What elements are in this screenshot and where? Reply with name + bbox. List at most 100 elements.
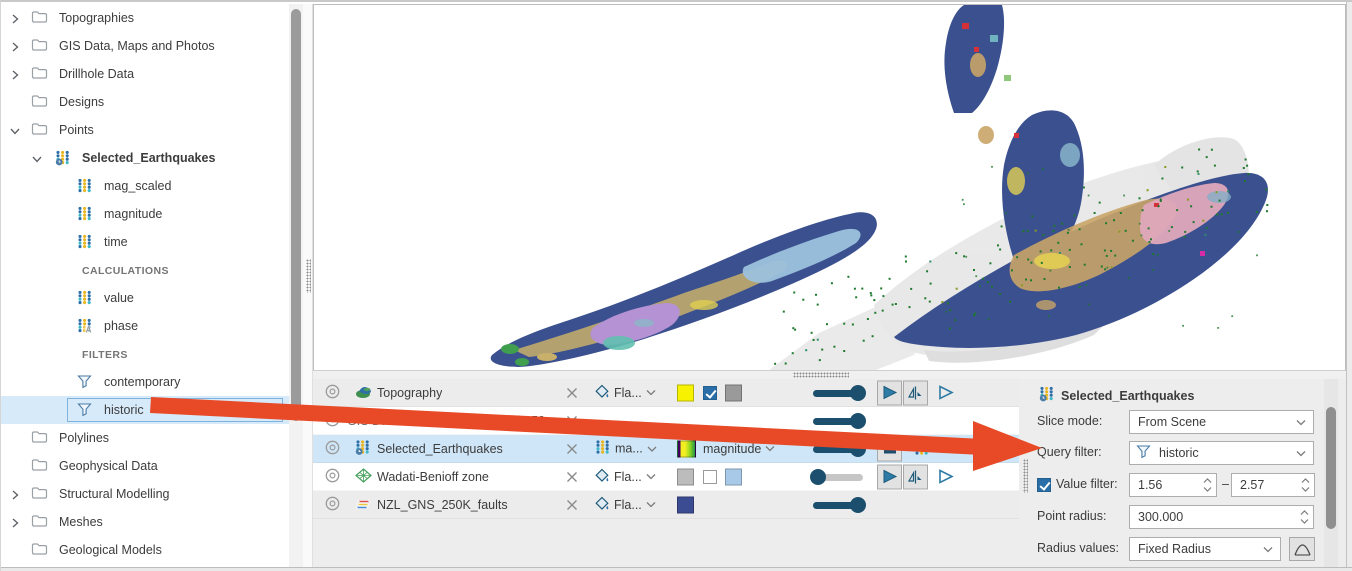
spinner-arrows-icon[interactable] bbox=[1297, 506, 1311, 528]
tree-item-mag-scaled[interactable]: mag_scaled bbox=[1, 172, 289, 200]
points-display-button[interactable] bbox=[909, 436, 934, 461]
visibility-eye-icon[interactable] bbox=[323, 439, 342, 458]
opacity-slider[interactable] bbox=[813, 413, 863, 429]
colour-swatch[interactable] bbox=[677, 496, 694, 513]
radius-values-label: Radius values: bbox=[1037, 541, 1119, 555]
play-outline-button[interactable] bbox=[933, 380, 958, 405]
faults-icon bbox=[355, 496, 372, 513]
layer-row-wadati-benioff-zone[interactable]: Wadati-Benioff zone Fla... bbox=[313, 463, 1019, 491]
tree-section-label: FILTERS bbox=[82, 349, 128, 361]
tree-item-selected-earthquakes[interactable]: Selected_Earthquakes bbox=[1, 144, 289, 172]
folder-icon bbox=[31, 430, 49, 446]
funnel-icon bbox=[77, 374, 95, 390]
tree-item-topographies[interactable]: Topographies bbox=[1, 4, 289, 32]
render-scene-button[interactable] bbox=[877, 380, 902, 405]
visibility-eye-icon[interactable] bbox=[323, 495, 342, 514]
radius-values-select[interactable]: Fixed Radius bbox=[1129, 537, 1281, 561]
project-tree-scrollbar[interactable] bbox=[289, 4, 303, 567]
shading-checkbox[interactable] bbox=[703, 386, 717, 400]
opacity-slider[interactable] bbox=[813, 385, 863, 401]
tree-item-structural-modelling[interactable]: Structural Modelling bbox=[1, 480, 289, 508]
value-filter-row: Value filter: 1.56 – 2.57 bbox=[1031, 473, 1346, 497]
tree-item-time[interactable]: time bbox=[1, 228, 289, 256]
tree-item-points[interactable]: Points bbox=[1, 116, 289, 144]
tree-item-designs[interactable]: Designs bbox=[1, 88, 289, 116]
slice-mode-value: From Scene bbox=[1130, 415, 1296, 429]
colour-swatch[interactable] bbox=[677, 384, 694, 401]
flat-colour-icon bbox=[595, 384, 610, 402]
chevron-right-icon[interactable] bbox=[9, 69, 21, 81]
visibility-eye-icon[interactable] bbox=[323, 411, 342, 430]
play-outline-button[interactable] bbox=[933, 464, 958, 489]
tree-item-polylines[interactable]: Polylines bbox=[1, 424, 289, 452]
layer-row-topography[interactable]: Topography Fla... bbox=[313, 379, 1019, 407]
visibility-eye-icon[interactable] bbox=[323, 383, 342, 402]
spinner-arrows-icon[interactable] bbox=[1200, 474, 1214, 496]
properties-scrollbar[interactable] bbox=[1324, 379, 1338, 567]
chevron-right-icon[interactable] bbox=[9, 41, 21, 53]
layerlist-inspector-splitter[interactable] bbox=[1019, 379, 1031, 567]
tree-item-phase[interactable]: Aphase bbox=[1, 312, 289, 340]
layer-row-nzl-gns-250k-faults[interactable]: NZL_GNS_250K_faults Fla... bbox=[313, 491, 1019, 519]
render-movie-button[interactable] bbox=[877, 436, 902, 461]
chevron-right-icon[interactable] bbox=[9, 517, 21, 529]
value-filter-min-input[interactable]: 1.56 bbox=[1129, 473, 1217, 497]
shading-checkbox[interactable] bbox=[703, 470, 717, 484]
chevron-down-icon[interactable] bbox=[9, 125, 21, 137]
point-radius-input[interactable]: 300.000 bbox=[1129, 505, 1314, 529]
colour-swatch[interactable] bbox=[725, 384, 742, 401]
splitter-grip[interactable] bbox=[793, 372, 849, 378]
colourmap-dropdown[interactable]: magnitude bbox=[703, 442, 775, 456]
flip-view-button[interactable] bbox=[903, 464, 928, 489]
tree-item-magnitude[interactable]: magnitude bbox=[1, 200, 289, 228]
scrollbar-thumb[interactable] bbox=[1326, 407, 1336, 529]
render-scene-button[interactable] bbox=[877, 464, 902, 489]
remove-layer-button[interactable] bbox=[565, 498, 579, 512]
funnel-icon bbox=[1136, 444, 1151, 462]
scrollbar-thumb[interactable] bbox=[291, 9, 301, 421]
shading-mode-dropdown[interactable]: Fla... bbox=[595, 384, 656, 402]
histogram-button[interactable] bbox=[1289, 537, 1315, 561]
opacity-slider[interactable] bbox=[813, 441, 863, 457]
shading-mode-dropdown[interactable]: Fla... bbox=[595, 496, 656, 514]
tree-item-geological-models[interactable]: Geological Models bbox=[1, 536, 289, 564]
tree-item-contemporary[interactable]: contemporary bbox=[1, 368, 289, 396]
opacity-slider[interactable] bbox=[813, 469, 863, 485]
flip-view-button[interactable] bbox=[903, 380, 928, 405]
colourmap-swatch[interactable] bbox=[677, 440, 696, 457]
splitter-grip[interactable] bbox=[306, 259, 311, 293]
scene-layerlist-splitter[interactable] bbox=[313, 371, 1346, 379]
shading-mode-value: Fla... bbox=[614, 498, 642, 512]
layer-row-selected-earthquakes[interactable]: Selected_Earthquakes ma... magnitude bbox=[313, 435, 1019, 463]
tree-item-meshes[interactable]: Meshes bbox=[1, 508, 289, 536]
tree-item-value[interactable]: value bbox=[1, 284, 289, 312]
remove-layer-button[interactable] bbox=[565, 442, 579, 456]
opacity-slider[interactable] bbox=[813, 497, 863, 513]
chevron-right-icon[interactable] bbox=[9, 489, 21, 501]
chevron-down-icon[interactable] bbox=[31, 153, 43, 165]
value-filter-checkbox[interactable] bbox=[1037, 478, 1051, 492]
tree-item-drillhole-data[interactable]: Drillhole Data bbox=[1, 60, 289, 88]
layer-row-new-zealand-250[interactable]: GIS Data...New Zealand 250 bbox=[313, 407, 1019, 435]
tree-item-geophysical-data[interactable]: Geophysical Data bbox=[1, 452, 289, 480]
spinner-arrows-icon[interactable] bbox=[1298, 474, 1312, 496]
properties-title: Selected_Earthquakes bbox=[1061, 389, 1194, 403]
colour-swatch[interactable] bbox=[725, 468, 742, 485]
colour-swatch[interactable] bbox=[677, 468, 694, 485]
scene-3d-view[interactable] bbox=[313, 4, 1346, 371]
remove-layer-button[interactable] bbox=[565, 470, 579, 484]
properties-header: Selected_Earthquakes bbox=[1039, 386, 1194, 405]
tree-item-historic[interactable]: historic bbox=[1, 396, 289, 424]
splitter-grip[interactable] bbox=[1023, 459, 1028, 493]
remove-layer-button[interactable] bbox=[565, 414, 579, 428]
chevron-right-icon[interactable] bbox=[9, 13, 21, 25]
tree-scene-splitter[interactable] bbox=[303, 4, 313, 567]
value-filter-max-input[interactable]: 2.57 bbox=[1231, 473, 1315, 497]
tree-item-gis-data-maps-and-photos[interactable]: GIS Data, Maps and Photos bbox=[1, 32, 289, 60]
query-filter-select[interactable]: historic bbox=[1129, 441, 1314, 465]
slice-mode-select[interactable]: From Scene bbox=[1129, 410, 1314, 434]
shading-mode-dropdown[interactable]: Fla... bbox=[595, 468, 656, 486]
visibility-eye-icon[interactable] bbox=[323, 467, 342, 486]
shading-mode-dropdown[interactable]: ma... bbox=[595, 439, 657, 458]
remove-layer-button[interactable] bbox=[565, 386, 579, 400]
